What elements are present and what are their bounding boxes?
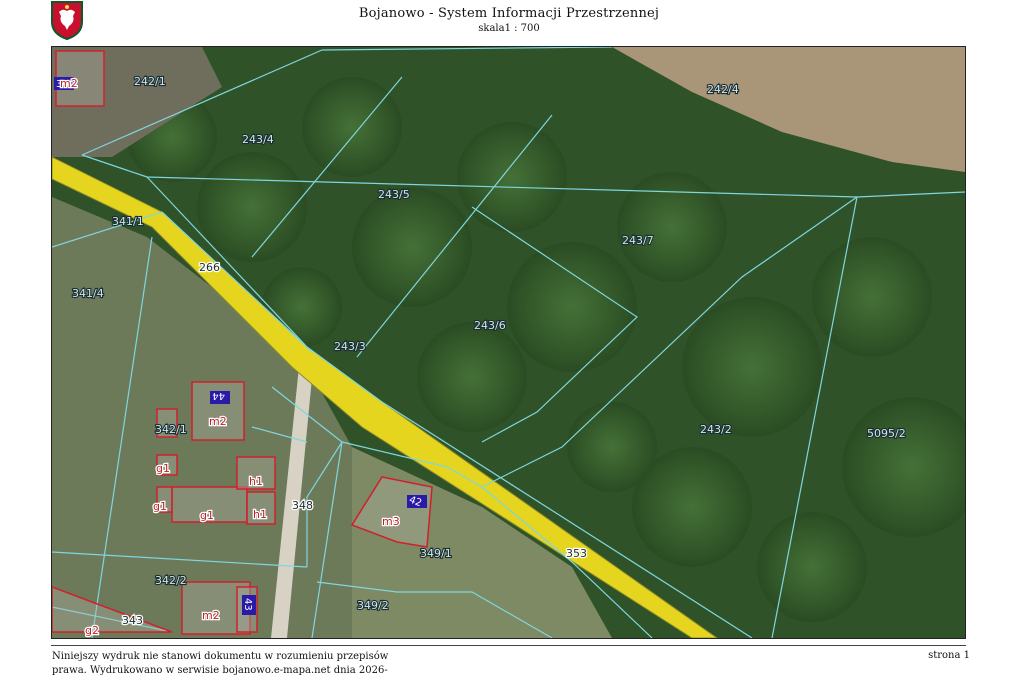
footer-divider: [51, 645, 966, 646]
building-label-g1-a: g1: [156, 462, 170, 475]
parcel-243-3[interactable]: 243/3: [333, 339, 367, 354]
header: Bojanowo - System Informacji Przestrzenn…: [0, 6, 1018, 34]
address-44: 44: [212, 390, 225, 401]
page-number: strona 1: [928, 650, 970, 661]
parcel-243-2[interactable]: 243/2: [699, 422, 733, 437]
parcel-341-4[interactable]: 341/4: [71, 286, 105, 301]
map-viewport[interactable]: 30a 44 42 43 242/1 242/4 243/4 243/5 243…: [51, 46, 966, 639]
road-353[interactable]: 353: [565, 546, 589, 562]
disclaimer-line-1: Niniejszy wydruk nie stanowi dokumentu w…: [52, 651, 389, 662]
building-label-m2-44: m2: [209, 415, 227, 428]
building-label-m3: m3: [382, 515, 400, 528]
parcel-243-5[interactable]: 243/5: [377, 187, 411, 202]
parcel-342-1[interactable]: 342/1: [154, 422, 188, 437]
road-266[interactable]: 266: [198, 260, 222, 276]
road-348[interactable]: 348: [291, 498, 315, 514]
building-label-g2: g2: [85, 624, 99, 637]
parcel-342-2[interactable]: 342/2: [154, 573, 188, 588]
map-canvas[interactable]: 30a 44 42 43 242/1 242/4 243/4 243/5 243…: [52, 47, 965, 638]
page-title: Bojanowo - System Informacji Przestrzenn…: [358, 6, 660, 21]
parcel-243-7[interactable]: 243/7: [621, 233, 655, 248]
building-label-h1-a: h1: [249, 475, 263, 488]
building-label-m2-bottom: m2: [202, 609, 220, 622]
parcel-243-6[interactable]: 243/6: [473, 318, 507, 333]
parcel-5095-2[interactable]: 5095/2: [866, 426, 907, 441]
building-label-g1-b: g1: [153, 500, 167, 513]
address-43: 43: [242, 598, 253, 611]
footer-disclaimer: Niniejszy wydruk nie stanowi dokumentu w…: [52, 650, 432, 678]
parcel-349-1[interactable]: 349/1: [419, 546, 453, 561]
parcel-341-1[interactable]: 341/1: [111, 214, 145, 229]
parcel-349-2[interactable]: 349/2: [356, 598, 390, 613]
parcel-343[interactable]: 343: [121, 613, 145, 629]
parcel-242-4[interactable]: 242/4: [706, 82, 740, 97]
building-label-g1-c: g1: [200, 509, 214, 522]
building-label-m2-top: m2: [60, 77, 78, 90]
map-scale: skala1 : 700: [478, 23, 540, 34]
parcel-243-4[interactable]: 243/4: [241, 132, 275, 147]
disclaimer-line-2: prawa. Wydrukowano w serwisie bojanowo.e…: [52, 665, 388, 676]
building-label-h1-b: h1: [253, 508, 267, 521]
parcel-242-1[interactable]: 242/1: [133, 74, 167, 89]
